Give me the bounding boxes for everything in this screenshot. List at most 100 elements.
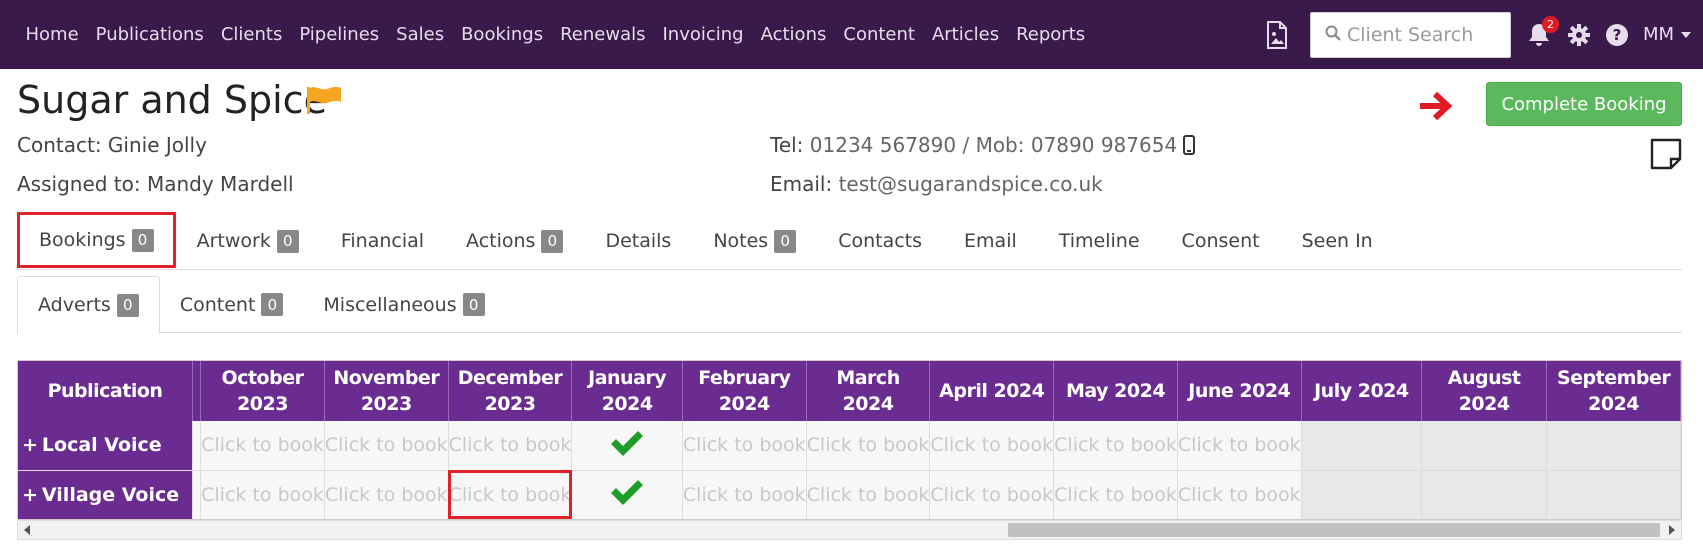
tab-notes[interactable]: Notes 0 [692, 212, 817, 270]
sub-tabs: Adverts 0 Content 0 Miscellaneous 0 [17, 276, 1682, 334]
publication-cell[interactable]: + Local Voice [18, 421, 193, 471]
tab-email[interactable]: Email [943, 212, 1038, 270]
nav-clients[interactable]: Clients [221, 24, 283, 45]
booked-cell[interactable] [571, 421, 683, 471]
tab-financial[interactable]: Financial [320, 212, 445, 270]
user-menu[interactable]: MM [1643, 24, 1691, 45]
help-icon[interactable]: ? [1605, 23, 1629, 47]
subtab-label: Content [179, 293, 256, 316]
nav-pipelines[interactable]: Pipelines [299, 24, 379, 45]
client-name: Sugar and Spice [17, 78, 327, 122]
scroll-left-arrow-icon[interactable] [24, 525, 30, 535]
tab-label: Actions [466, 230, 536, 252]
spacer-cell [192, 421, 202, 471]
count-badge: 0 [774, 229, 797, 253]
month-header: May 2024 [1053, 361, 1178, 421]
click-to-book-cell[interactable]: Click to book [682, 470, 807, 519]
gear-icon[interactable] [1567, 23, 1591, 47]
click-to-book-cell[interactable]: Click to book [448, 470, 573, 519]
publication-cell[interactable]: + Village Voice [18, 470, 193, 519]
month-header: February 2024 [682, 361, 807, 421]
click-to-book-cell[interactable]: Click to book [324, 421, 449, 471]
subtab-label: Miscellaneous [323, 293, 457, 316]
month-header: August 2024 [1421, 361, 1548, 421]
client-search-input[interactable] [1346, 23, 1507, 46]
month-header: March 2024 [806, 361, 931, 421]
subtab-adverts[interactable]: Adverts 0 [17, 276, 160, 334]
client-search-box[interactable] [1309, 11, 1511, 58]
nav-bookings[interactable]: Bookings [461, 24, 543, 45]
count-badge: 0 [261, 293, 284, 316]
grid-header-row: Publication October 2023 November 2023 D… [18, 361, 1681, 421]
table-row: + Village Voice Click to book Click to book… [18, 470, 1681, 519]
tel-label: Tel: [770, 133, 804, 157]
scrollbar-thumb[interactable] [1008, 523, 1660, 537]
sticky-note-icon[interactable] [1650, 138, 1682, 174]
tab-bookings[interactable]: Bookings 0 [17, 212, 176, 268]
tab-timeline[interactable]: Timeline [1038, 212, 1161, 270]
subtab-miscellaneous[interactable]: Miscellaneous 0 [303, 276, 504, 333]
notifications-bell-icon[interactable]: 2 [1525, 15, 1559, 49]
arrow-right-icon [1418, 89, 1453, 127]
month-header: January 2024 [571, 361, 683, 421]
expand-plus-icon[interactable]: + [22, 434, 38, 456]
count-badge: 0 [541, 229, 564, 253]
search-icon [1325, 25, 1341, 45]
flag-icon[interactable] [305, 85, 343, 119]
click-to-book-cell[interactable]: Click to book [1053, 421, 1178, 471]
booked-cell[interactable] [571, 470, 683, 519]
nav-publications[interactable]: Publications [96, 24, 204, 45]
complete-booking-button[interactable]: Complete Booking [1486, 82, 1682, 126]
client-email: Email: test@sugarandspice.co.uk [770, 172, 1103, 196]
click-to-book-cell[interactable]: Click to book [200, 421, 325, 471]
tab-actions[interactable]: Actions 0 [445, 212, 584, 270]
expand-plus-icon[interactable]: + [22, 484, 38, 506]
main-tabs: Bookings 0 Artwork 0 Financial Actions 0 De… [17, 212, 1682, 270]
month-header: November 2023 [324, 361, 449, 421]
click-to-book-cell[interactable]: Click to book [929, 470, 1055, 519]
unavailable-cell [1546, 470, 1681, 519]
nav-home[interactable]: Home [26, 24, 79, 45]
booking-grid: Publication October 2023 November 2023 D… [17, 360, 1682, 520]
tab-contacts[interactable]: Contacts [817, 212, 943, 270]
horizontal-scrollbar[interactable] [17, 520, 1682, 540]
nav-content[interactable]: Content [843, 24, 915, 45]
click-to-book-cell[interactable]: Click to book [929, 421, 1055, 471]
click-to-book-cell[interactable]: Click to book [682, 421, 807, 471]
click-to-book-cell[interactable]: Click to book [1177, 470, 1302, 519]
tab-artwork[interactable]: Artwork 0 [176, 212, 320, 270]
nav-invoicing[interactable]: Invoicing [662, 24, 743, 45]
tab-consent[interactable]: Consent [1161, 212, 1281, 270]
click-to-book-cell[interactable]: Click to book [324, 470, 449, 519]
document-image-icon[interactable] [1264, 20, 1290, 49]
click-to-book-cell[interactable]: Click to book [448, 421, 573, 471]
tab-label: Seen In [1301, 230, 1373, 252]
month-header: June 2024 [1177, 361, 1302, 421]
nav-articles[interactable]: Articles [932, 24, 999, 45]
nav-sales[interactable]: Sales [396, 24, 444, 45]
client-contact: Contact: Ginie Jolly [17, 133, 207, 157]
tab-details[interactable]: Details [584, 212, 692, 270]
nav-actions[interactable]: Actions [761, 24, 827, 45]
spacer-header [192, 361, 202, 421]
click-to-book-cell[interactable]: Click to book [806, 421, 931, 471]
nav-renewals[interactable]: Renewals [560, 24, 645, 45]
tab-label: Notes [713, 230, 769, 252]
email-value[interactable]: test@sugarandspice.co.uk [839, 172, 1103, 196]
month-header: October 2023 [200, 361, 325, 421]
click-to-book-cell[interactable]: Click to book [806, 470, 931, 519]
email-label: Email: [770, 172, 833, 196]
unavailable-cell [1546, 421, 1681, 471]
count-badge: 0 [462, 293, 485, 316]
tab-seen-in[interactable]: Seen In [1281, 212, 1394, 270]
mobile-phone-icon [1183, 135, 1196, 155]
click-to-book-cell[interactable]: Click to book [200, 470, 325, 519]
user-initials: MM [1642, 24, 1674, 45]
subtab-content[interactable]: Content 0 [160, 276, 304, 333]
nav-reports[interactable]: Reports [1016, 24, 1085, 45]
scroll-right-arrow-icon[interactable] [1669, 525, 1675, 535]
click-to-book-cell[interactable]: Click to book [1053, 470, 1178, 519]
count-badge: 0 [131, 228, 154, 252]
click-to-book-cell[interactable]: Click to book [1177, 421, 1302, 471]
month-header: April 2024 [929, 361, 1055, 421]
